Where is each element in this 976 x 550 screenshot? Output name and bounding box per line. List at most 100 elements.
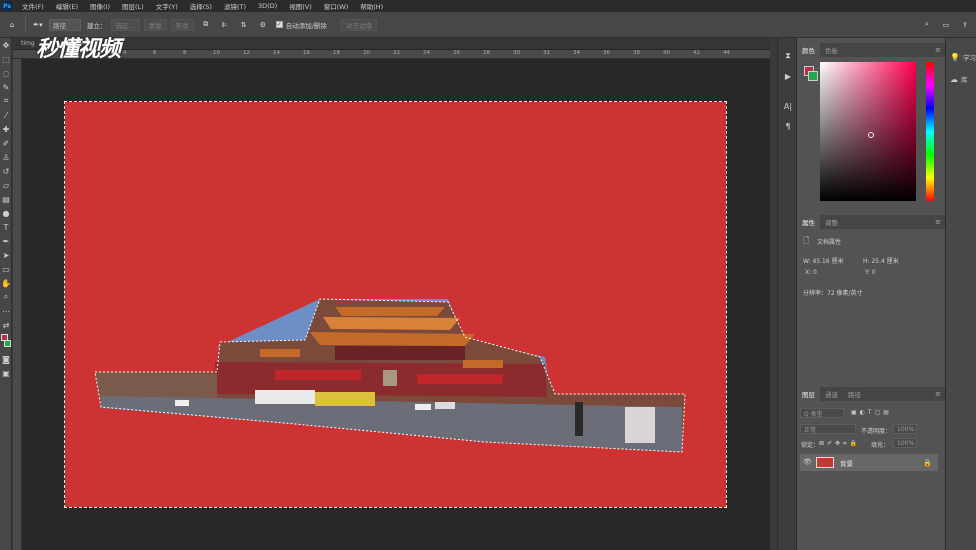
image-canvas[interactable]: [64, 101, 727, 508]
height-value[interactable]: H: 25.4 厘米: [863, 256, 899, 265]
x-value[interactable]: X: 0: [805, 269, 817, 276]
history-panel-icon[interactable]: ⧗: [778, 46, 798, 66]
tab-swatches[interactable]: 色板: [820, 43, 843, 57]
blend-mode-select[interactable]: 正常: [800, 424, 856, 434]
marquee-tool-icon[interactable]: ⬚: [0, 52, 12, 66]
search-icon[interactable]: ⌕: [920, 18, 934, 32]
stamp-tool-icon[interactable]: ♙: [0, 150, 12, 164]
ruler-tick-label: 20: [363, 50, 370, 56]
color-swatches[interactable]: [0, 332, 12, 352]
ruler-tick-label: 10: [213, 50, 220, 56]
path-mode-select[interactable]: 路径: [49, 18, 81, 31]
eraser-tool-icon[interactable]: ▱: [0, 178, 12, 192]
home-icon[interactable]: ⌂: [5, 18, 19, 32]
eyedropper-tool-icon[interactable]: ⁄: [0, 108, 12, 122]
type-tool-icon[interactable]: T: [0, 220, 12, 234]
menu-filter[interactable]: 滤镜(T): [218, 1, 252, 11]
y-value[interactable]: Y: 0: [865, 269, 876, 276]
hand-tool-icon[interactable]: ✋: [0, 276, 12, 290]
panel-menu-icon[interactable]: ≡: [935, 46, 941, 54]
menu-layer[interactable]: 图层(L): [116, 1, 150, 11]
libraries-panel-button[interactable]: ☁ 库: [946, 68, 976, 90]
tab-layers[interactable]: 图层: [797, 387, 820, 401]
menu-bar: Ps 文件(F) 编辑(E) 图像(I) 图层(L) 文字(Y) 选择(S) 滤…: [0, 0, 976, 12]
menu-3d[interactable]: 3D(D): [252, 2, 283, 10]
menu-edit[interactable]: 编辑(E): [50, 1, 84, 11]
menu-window[interactable]: 窗口(W): [318, 1, 355, 11]
ruler-tick-label: 36: [603, 50, 610, 56]
actions-play-icon[interactable]: ▶: [778, 66, 798, 86]
make-shape-button[interactable]: 形状: [170, 18, 194, 31]
tab-channels[interactable]: 通道: [820, 387, 843, 401]
hue-slider[interactable]: [926, 62, 934, 201]
color-picker-cursor[interactable]: [868, 132, 874, 138]
color-picker-field[interactable]: [820, 62, 916, 201]
quick-select-tool-icon[interactable]: ✎: [0, 80, 12, 94]
layer-name[interactable]: 背景: [840, 458, 853, 468]
path-arrangement-icon[interactable]: ⇅: [237, 18, 251, 32]
menu-help[interactable]: 帮助(H): [354, 1, 389, 11]
layer-lock-icon[interactable]: 🔒: [923, 459, 932, 467]
share-icon[interactable]: ⇪: [958, 18, 972, 32]
width-value[interactable]: W: 45.16 厘米: [803, 256, 844, 265]
paragraph-panel-icon[interactable]: ¶: [778, 116, 798, 136]
visibility-eye-icon[interactable]: 👁: [803, 458, 812, 466]
tab-color[interactable]: 颜色: [797, 43, 820, 57]
path-alignment-icon[interactable]: ⊫: [218, 18, 232, 32]
vertical-ruler[interactable]: [13, 59, 22, 550]
panel-menu-icon[interactable]: ≡: [935, 390, 941, 398]
bulb-icon: 💡: [950, 52, 960, 62]
align-edges-button[interactable]: 对齐边缘: [340, 18, 377, 31]
healing-tool-icon[interactable]: ✚: [0, 122, 12, 136]
make-selection-button[interactable]: 选区...: [110, 18, 140, 31]
screen-mode-icon[interactable]: ▣: [0, 366, 12, 380]
dodge-tool-icon[interactable]: ●: [0, 206, 12, 220]
learn-label: 学习: [962, 54, 976, 62]
panel-menu-icon[interactable]: ≡: [935, 218, 941, 226]
opacity-input[interactable]: 100%: [893, 424, 917, 434]
menu-view[interactable]: 视图(V): [283, 1, 318, 11]
more-tools-icon[interactable]: ⋯: [0, 304, 12, 318]
lasso-tool-icon[interactable]: ◌: [0, 66, 12, 80]
history-brush-icon[interactable]: ↺: [0, 164, 12, 178]
learn-panel-button[interactable]: 💡 学习: [946, 46, 976, 68]
move-tool-icon[interactable]: ✥: [0, 38, 12, 52]
fill-input[interactable]: 100%: [893, 438, 917, 448]
menu-image[interactable]: 图像(I): [84, 1, 116, 11]
auto-add-delete-checkbox[interactable]: ✓: [275, 21, 283, 28]
quick-mask-icon[interactable]: ◙: [0, 352, 12, 366]
document-tab[interactable]: timg: [13, 38, 770, 50]
background-color-chip[interactable]: [808, 71, 818, 81]
tab-adjustments[interactable]: 调整: [820, 215, 843, 229]
horizontal-ruler[interactable]: 0 2 4 6 8 10 12 14 16 18 20 22 24 26 28 30 32 34 36 38 40 42 4…: [13, 50, 770, 59]
document-icon: 🗋: [803, 236, 810, 245]
gear-icon[interactable]: ⚙: [256, 18, 270, 32]
menu-file[interactable]: 文件(F): [16, 1, 50, 11]
swap-colors-icon[interactable]: ⇄: [0, 318, 12, 332]
layer-filter-select[interactable]: Q 类型: [800, 408, 844, 418]
photoshop-logo[interactable]: Ps: [2, 1, 12, 11]
pen-tool-icon[interactable]: ✒: [0, 234, 12, 248]
make-mask-button[interactable]: 蒙版: [143, 18, 167, 31]
zoom-tool-icon[interactable]: ⌕: [0, 290, 12, 304]
layer-row-background[interactable]: 👁 背景 🔒: [800, 454, 938, 471]
tab-properties[interactable]: 属性: [797, 215, 820, 229]
crop-tool-icon[interactable]: ⌗: [0, 94, 12, 108]
path-select-tool-icon[interactable]: ➤: [0, 248, 12, 262]
layer-filter-icons[interactable]: ▣◐T▢▤: [851, 409, 892, 416]
ruler-tick-label: 6: [153, 50, 157, 56]
character-panel-icon[interactable]: A|: [778, 96, 798, 116]
path-operations-icon[interactable]: ⧉: [199, 18, 213, 32]
watermark-text: 秒懂视频: [36, 36, 121, 62]
fill-label: 填充：: [871, 442, 890, 449]
tab-paths[interactable]: 路径: [843, 387, 866, 401]
gradient-tool-icon[interactable]: ▤: [0, 192, 12, 206]
lock-icons[interactable]: ⊠✐✥⌗🔒: [819, 440, 860, 448]
brush-tool-icon[interactable]: ✐: [0, 136, 12, 150]
background-color-swatch[interactable]: [4, 340, 11, 347]
ruler-tick-label: 44: [723, 50, 730, 56]
menu-type[interactable]: 文字(Y): [150, 1, 184, 11]
workspace-icon[interactable]: ▭: [939, 18, 953, 32]
menu-select[interactable]: 选择(S): [184, 1, 218, 11]
rectangle-tool-icon[interactable]: ▭: [0, 262, 12, 276]
